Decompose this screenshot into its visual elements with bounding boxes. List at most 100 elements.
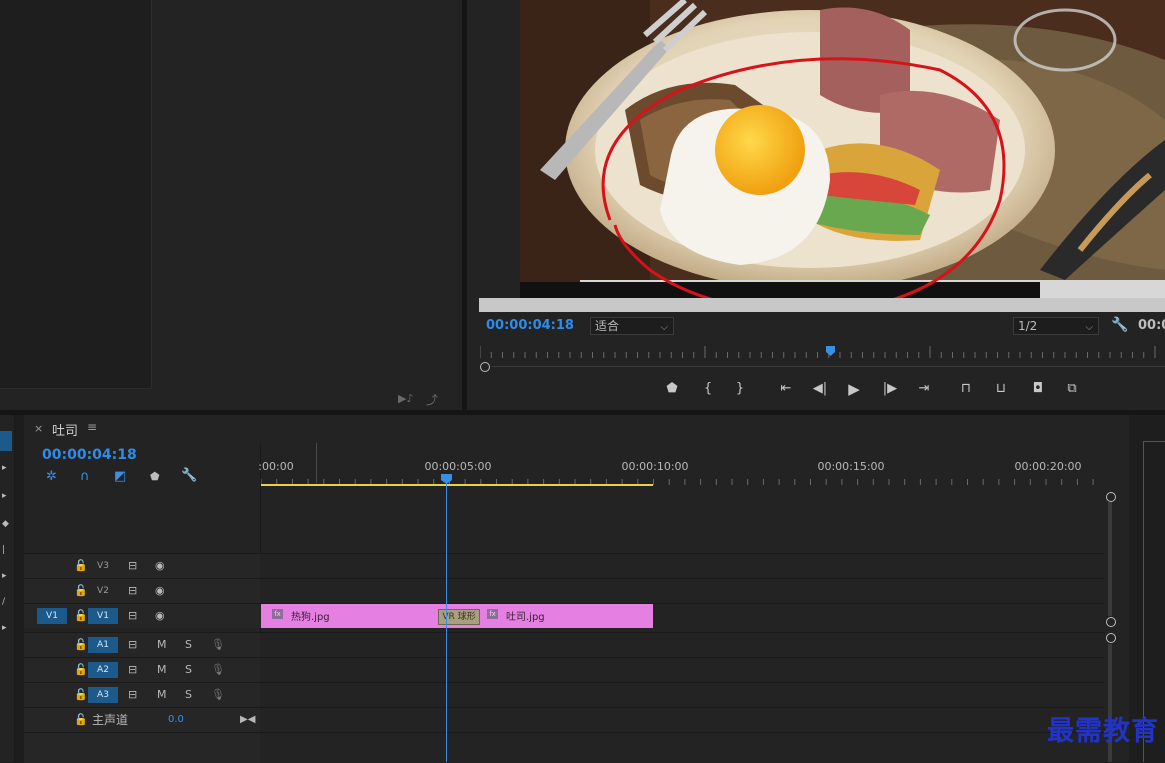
track-label[interactable]: A2 [88,662,118,678]
mute-button[interactable]: M [157,683,167,707]
step-back-icon[interactable]: ◀| [811,380,829,398]
lock-icon[interactable]: 🔓 [74,683,88,707]
source-patch-v1[interactable]: V1 [37,608,67,624]
track-label[interactable]: A1 [88,637,118,653]
snap-icon[interactable]: ∩ [80,469,90,484]
panel-menu-icon[interactable]: ≡ [87,420,97,434]
solo-button[interactable]: S [185,633,192,657]
program-mini-ruler[interactable] [480,344,1165,358]
timeline-timecode[interactable]: 00:00:04:18 [42,447,137,463]
nest-sequence-icon[interactable]: ✲ [46,469,57,484]
track-label[interactable]: V1 [88,608,118,624]
clip-name: 热狗.jpg [291,612,330,623]
selection-tool-icon[interactable] [0,431,12,451]
add-marker-icon[interactable]: ⬟ [150,470,160,483]
clip-name: 吐司.jpg [506,612,545,623]
source-monitor-panel: ▶♪ ⤴ [0,0,462,410]
lock-icon[interactable]: 🔓 [74,633,88,657]
chevron-down-icon: ⌵ [660,322,668,333]
type-tool-icon[interactable]: ▸ [2,623,7,633]
resolution-select[interactable]: 1/2 ⌵ [1013,317,1099,335]
eye-icon[interactable]: ◉ [155,554,165,578]
go-to-edit-icon[interactable]: ▶◀ [240,708,255,732]
lock-icon[interactable]: 🔓 [74,604,88,628]
export-frame-icon[interactable]: ⤴ [426,391,438,408]
track-empty [24,732,1105,763]
scroll-handle-top[interactable] [1106,492,1116,502]
ruler-label: 00:00:05:00 [424,460,492,473]
sync-lock-icon[interactable]: ⊟ [128,658,137,682]
clip-hotdog[interactable]: fx 热狗.jpg [261,604,447,628]
ruler-label: 00:00:20:00 [1014,460,1082,473]
play-icon[interactable]: ▶ [845,380,863,398]
scroll-handle-bottom[interactable] [1106,617,1116,627]
extract-icon[interactable]: ⊔ [992,380,1010,398]
lift-icon[interactable]: ⊓ [957,380,975,398]
button-editor-icon[interactable]: ⧉ [1063,380,1081,398]
microphone-icon[interactable]: 🎙 [211,683,225,707]
fx-badge: fx [487,609,498,619]
lock-icon[interactable]: 🔓 [74,708,88,732]
lock-icon[interactable]: 🔓 [74,579,88,603]
ripple-tool-icon[interactable]: ▸ [2,491,7,501]
food-photo [520,0,1165,298]
track-label[interactable]: V3 [88,558,118,574]
export-frame-icon[interactable]: ◘ [1029,380,1047,398]
transition-vr-sphere[interactable]: VR 球形 [438,609,480,625]
sync-lock-icon[interactable]: ⊟ [128,604,137,628]
track-label[interactable]: A3 [88,687,118,703]
sync-lock-icon[interactable]: ⊟ [128,579,137,603]
slip-tool-icon[interactable]: | [2,545,5,555]
scroll-handle-audio-top[interactable] [1106,633,1116,643]
sequence-tab[interactable]: 吐司 [52,420,78,439]
track-v3: 🔓 V3 ⊟ ◉ [24,553,1105,578]
sync-lock-icon[interactable]: ⊟ [128,554,137,578]
sync-lock-icon[interactable]: ⊟ [128,633,137,657]
mute-button[interactable]: M [157,633,167,657]
ruler-label: 00:00:15:00 [817,460,885,473]
program-timecode[interactable]: 00:00:04:18 [486,318,574,333]
mark-in-icon[interactable]: { [699,380,717,398]
solo-button[interactable]: S [185,683,192,707]
track-v2: 🔓 V2 ⊟ ◉ [24,578,1105,603]
linked-selection-icon[interactable]: ◩ [114,469,126,484]
track-a1: 🔓 A1 ⊟ M S 🎙 [24,632,1105,657]
source-monitor-view [0,0,152,389]
mute-button[interactable]: M [157,658,167,682]
mark-out-icon[interactable]: } [731,380,749,398]
wrench-icon[interactable]: 🔧 [1111,317,1128,333]
lock-icon[interactable]: 🔓 [74,554,88,578]
insert-icon[interactable]: ▶♪ [398,392,413,405]
timeline-ruler[interactable]: :00:00 00:00:05:00 00:00:10:00 00:00:15:… [258,443,1105,487]
wrench-icon[interactable]: 🔧 [181,468,197,483]
zoom-scroll-track [492,366,1165,367]
track-a3: 🔓 A3 ⊟ M S 🎙 [24,682,1105,707]
duration-timecode: 00:0 [1138,318,1165,333]
microphone-icon[interactable]: 🎙 [211,633,225,657]
resolution-select-value: 1/2 [1018,319,1038,333]
track-select-tool-icon[interactable]: ▸ [2,463,7,473]
hand-tool-icon[interactable]: / [2,597,5,607]
microphone-icon[interactable]: 🎙 [211,658,225,682]
pen-tool-icon[interactable]: ▸ [2,571,7,581]
track-label[interactable]: V2 [88,583,118,599]
go-to-in-icon[interactable]: ⇤ [777,380,795,398]
eye-icon[interactable]: ◉ [155,604,165,628]
sync-lock-icon[interactable]: ⊟ [128,683,137,707]
step-forward-icon[interactable]: |▶ [881,380,899,398]
close-icon[interactable]: × [34,422,43,435]
program-monitor-frame[interactable] [520,0,1165,298]
master-volume-value[interactable]: 0.0 [168,708,184,732]
razor-tool-icon[interactable]: ◆ [2,519,9,529]
zoom-scroll-handle[interactable] [480,362,490,372]
solo-button[interactable]: S [185,658,192,682]
eye-icon[interactable]: ◉ [155,579,165,603]
tools-panel: ▸ ▸ ◆ | ▸ / ▸ [0,415,15,762]
master-track-label: 主声道 [92,713,129,727]
work-area-bar[interactable] [261,484,653,486]
go-to-out-icon[interactable]: ⇥ [915,380,933,398]
monitor-scrub-bar[interactable] [479,298,1165,312]
add-marker-icon[interactable]: ⬟ [663,380,681,398]
zoom-select[interactable]: 适合 ⌵ [590,317,674,335]
lock-icon[interactable]: 🔓 [74,658,88,682]
